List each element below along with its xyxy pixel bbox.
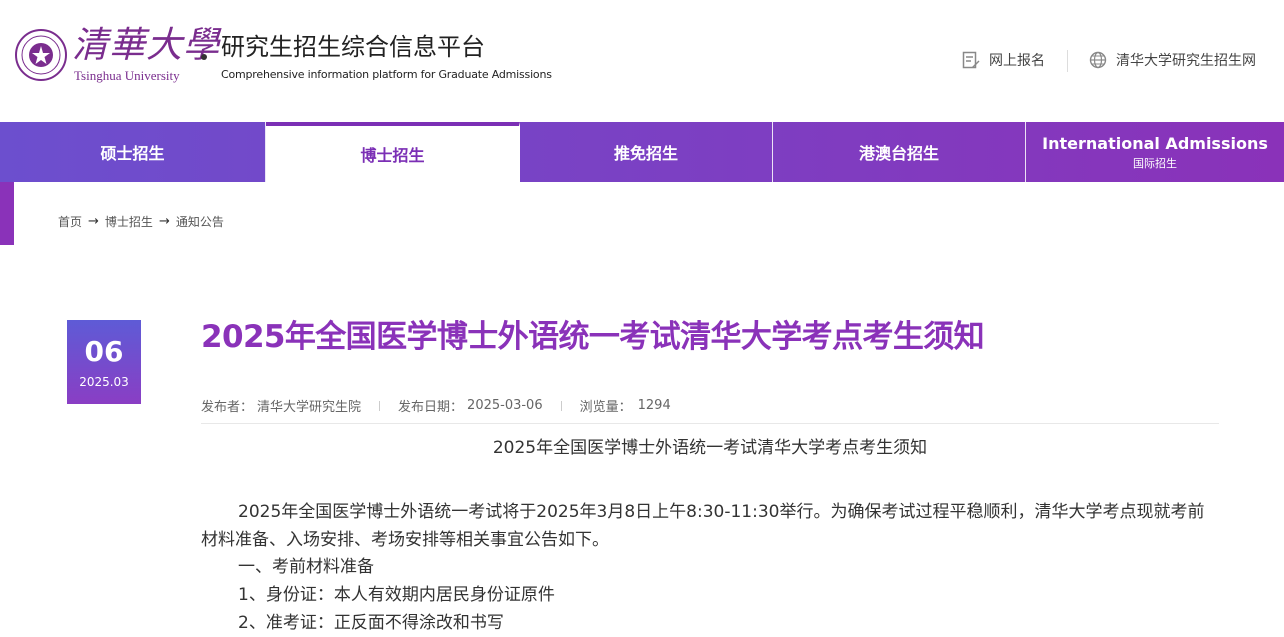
publish-date-value: 2025-03-06 — [467, 398, 543, 413]
article-meta: 发布者： 清华大学研究生院 发布日期： 2025-03-06 浏览量： 1294 — [201, 396, 671, 415]
arrow-right-icon: → — [158, 214, 170, 229]
breadcrumb-home[interactable]: 首页 — [58, 213, 82, 230]
publisher-value: 清华大学研究生院 — [257, 400, 362, 415]
article-list-item: 1、身份证：本人有效期内居民身份证原件 — [238, 585, 555, 605]
logo-divider-dot — [201, 54, 207, 60]
online-registration-label: 网上报名 — [989, 53, 1045, 69]
globe-icon — [1089, 51, 1107, 69]
article-section-heading: 一、考前材料准备 — [238, 557, 374, 577]
breadcrumb-doctoral[interactable]: 博士招生 — [105, 213, 153, 230]
logo-english-name: Tsinghua University — [74, 68, 180, 83]
article-title: 2025年全国医学博士外语统一考试清华大学考点考生须知 — [201, 319, 985, 355]
nav-item-sublabel: 国际招生 — [1133, 156, 1177, 170]
tsinghua-seal-icon[interactable] — [14, 28, 68, 82]
nav-item-label: International Admissions — [1042, 133, 1268, 153]
nav-item-label: 港澳台招生 — [858, 144, 939, 163]
nav-item-recommended-admission[interactable]: 推免招生 — [520, 122, 773, 182]
meta-separator — [379, 400, 381, 411]
nav-item-doctoral[interactable]: 博士招生 — [266, 122, 520, 182]
header-link-separator — [1067, 50, 1068, 72]
article-list-item: 2、准考证：正反面不得涂改和书写 — [238, 613, 504, 633]
breadcrumb: 首页 → 博士招生 → 通知公告 — [58, 213, 224, 230]
nav-item-label: 硕士招生 — [100, 144, 165, 163]
nav-item-international[interactable]: International Admissions 国际招生 — [1026, 122, 1284, 182]
decorative-side-bar — [0, 182, 14, 245]
divider — [201, 423, 1219, 424]
article-paragraph: 2025年全国医学博士外语统一考试将于2025年3月8日上午8:30-11:30… — [201, 502, 1205, 550]
publish-date-label: 发布日期： — [398, 400, 464, 415]
date-year-month: 2025.03 — [79, 375, 129, 389]
main-nav: 硕士招生 博士招生 推免招生 港澳台招生 International Admis… — [0, 122, 1284, 182]
nav-item-masters[interactable]: 硕士招生 — [0, 122, 266, 182]
logo-chinese-name: 清華大學 — [72, 25, 221, 66]
edit-form-icon — [962, 51, 980, 69]
article-heading: 2025年全国医学博士外语统一考试清华大学考点考生须知 — [492, 438, 928, 458]
breadcrumb-notices[interactable]: 通知公告 — [176, 213, 224, 230]
nav-item-label: 推免招生 — [613, 144, 678, 163]
views-label: 浏览量： — [579, 400, 632, 415]
tsinghua-admissions-site-link[interactable]: 清华大学研究生招生网 — [1089, 50, 1256, 70]
nav-item-label: 博士招生 — [360, 146, 425, 165]
meta-separator — [560, 400, 562, 411]
site-title: 研究生招生综合信息平台 — [221, 33, 485, 61]
date-day: 06 — [84, 335, 124, 368]
site-subtitle: Comprehensive information platform for G… — [221, 68, 552, 81]
date-badge: 06 2025.03 — [67, 320, 141, 404]
publisher-label: 发布者： — [201, 400, 254, 415]
nav-item-hk-macao-taiwan[interactable]: 港澳台招生 — [773, 122, 1026, 182]
arrow-right-icon: → — [88, 214, 99, 229]
online-registration-link[interactable]: 网上报名 — [962, 50, 1045, 70]
tsinghua-admissions-site-label: 清华大学研究生招生网 — [1116, 53, 1256, 69]
site-header: 清華大學 Tsinghua University 研究生招生综合信息平台 Com… — [0, 0, 1284, 122]
views-value: 1294 — [637, 398, 671, 413]
